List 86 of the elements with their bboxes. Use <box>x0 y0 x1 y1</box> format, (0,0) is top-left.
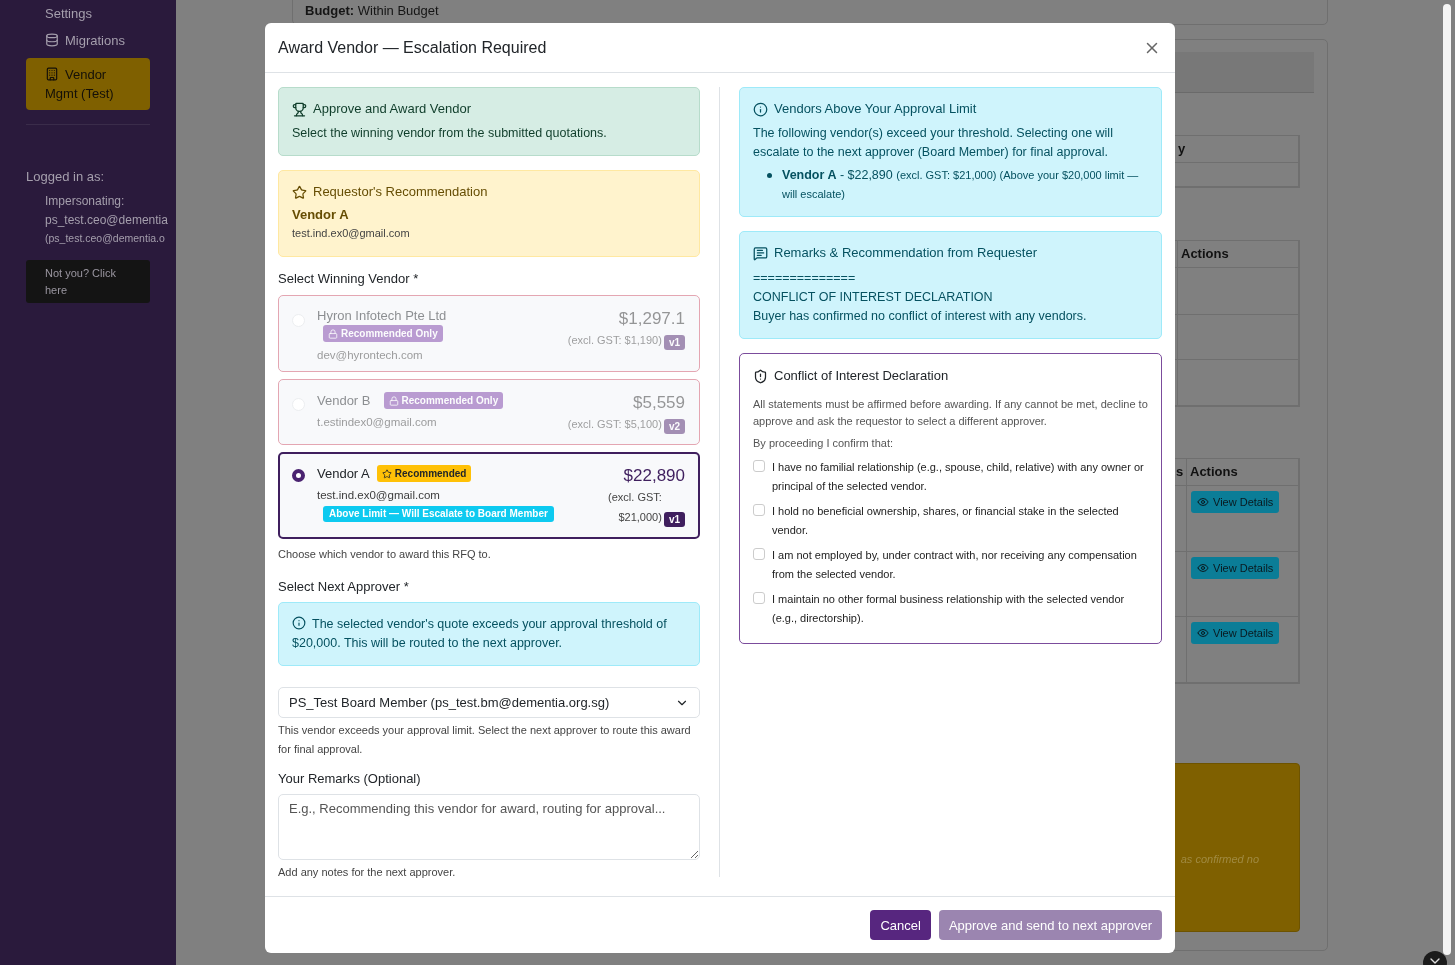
impersonating-label: Impersonating: <box>44 193 126 210</box>
switch-user-button[interactable]: Not you? Click here <box>26 260 150 303</box>
statement-text: I maintain no other formal business relationship with the selected vendor (e.g., directorship). <box>772 592 1126 626</box>
vendor-badge: Recommended Only <box>383 392 504 409</box>
card-title: Conflict of Interest Declaration <box>774 367 949 385</box>
excl-gst-text: (excl. GST: $1,190) <box>567 333 662 348</box>
shield-icon <box>753 368 768 384</box>
version-badge: v1 <box>663 335 685 350</box>
remarks-field[interactable]: E.g., Recommending this vendor for award, routing for approval... <box>278 794 700 860</box>
help-text: This vendor exceeds your approval limit. Select the next approver to route this award for final approval. <box>278 723 692 757</box>
sidebar-item[interactable]: Settings <box>26 4 150 23</box>
statement-text: I hold no beneficial ownership, shares, or financial stake in the selected vendor. <box>772 504 1120 538</box>
cancel-button[interactable]: Cancel <box>870 910 931 940</box>
bullet-icon <box>767 173 772 178</box>
version-badge: v1 <box>663 512 685 527</box>
help-text: Add any notes for the next approver. <box>278 865 457 880</box>
remarks-line: ============== <box>753 270 857 287</box>
statement-text: I am not employed by, under contract with, nor receiving any compensation from the selected vendor. <box>772 548 1138 582</box>
vendor-badge: Recommended <box>376 465 472 482</box>
lock-icon <box>328 328 338 339</box>
excl-gst-text: (excl. GST: $21,000) <box>607 490 662 525</box>
vendor-email: test.ind.ex0@gmail.com <box>292 226 411 241</box>
field-label: Select Next Approver * <box>278 579 410 594</box>
star-icon <box>292 184 307 200</box>
vendor-price: $1,297.1 <box>617 308 685 330</box>
vendor-limit-item: Vendor A - $22,890 (excl. GST: $21,000) (Above your $20,000 limit — will escalate) <box>782 167 1140 202</box>
vendor-email: t.estindex0@gmail.com <box>317 416 438 428</box>
checkbox[interactable] <box>753 504 765 516</box>
vendor-badge: Recommended Only <box>323 325 443 342</box>
scrollbar[interactable] <box>1443 4 1451 955</box>
vendor-email: dev@hyrontech.com <box>317 349 424 361</box>
info-icon <box>292 616 306 630</box>
vendor-price: $22,890 <box>622 465 685 487</box>
approver-select[interactable]: PS_Test Board Member (ps_test.bm@dementia.org.sg) <box>278 687 700 718</box>
checkbox[interactable] <box>753 592 765 604</box>
alert-text: The selected vendor's quote exceeds your approval threshold of $20,000. This will be routed to the next approver. <box>292 615 668 652</box>
view-details-button[interactable]: View Details <box>1191 557 1280 579</box>
vendor-price: $5,559 <box>632 392 685 414</box>
column-header: Actions <box>1178 241 1299 268</box>
lock-icon <box>388 395 399 406</box>
alert-text: Select the winning vendor from the submitted quotations. <box>292 125 608 142</box>
declaration-lead: By proceeding I confirm that: <box>753 436 894 451</box>
alert-title: Approve and Award Vendor <box>313 100 472 118</box>
session-heading: Logged in as: <box>26 169 106 184</box>
sidebar-item[interactable]: Migrations <box>26 31 150 50</box>
alert-title: Requestor's Recommendation <box>313 183 488 201</box>
eye-icon <box>1197 496 1209 508</box>
checkbox[interactable] <box>753 460 765 472</box>
alert-title: Vendors Above Your Approval Limit <box>774 100 977 118</box>
vendor-email: test.ind.ex0@gmail.com <box>317 489 441 501</box>
vendor-name: Vendor B <box>317 393 371 408</box>
view-details-button[interactable]: View Details <box>1191 491 1280 513</box>
eye-icon <box>1197 627 1209 639</box>
vendor-name: Vendor A <box>317 466 370 481</box>
alert-text: The following vendor(s) exceed your threshold. Selecting one will escalate to the next approver (Board Member) for final approval. <box>753 125 1114 161</box>
escalation-tag: Above Limit — Will Escalate to Board Member <box>323 506 554 522</box>
database-icon <box>45 33 59 47</box>
sidebar-item[interactable]: Vendor Mgmt (Test) <box>26 58 150 110</box>
remarks-line: CONFLICT OF INTEREST DECLARATION <box>753 289 994 306</box>
checkbox[interactable] <box>753 548 765 560</box>
column-header: Actions <box>1187 459 1299 486</box>
star-icon <box>381 468 392 479</box>
remarks-line: Buyer has confirmed no conflict of interest with any vendors. <box>753 308 1088 325</box>
info-icon <box>753 101 768 117</box>
version-badge: v2 <box>663 419 685 434</box>
building-icon <box>45 67 59 81</box>
statement-text: I have no familial relationship (e.g., spouse, child, relative) with any owner or principal of the selected vendor. <box>772 460 1145 494</box>
help-text: Choose which vendor to award this RFQ to. <box>278 547 492 562</box>
eye-icon <box>1197 562 1209 574</box>
budget-text: Budget: Within Budget <box>304 2 440 20</box>
note-text: as confirmed no <box>1180 853 1259 867</box>
declaration-intro: All statements must be affirmed before awarding. If any cannot be met, decline to approve and ask the requestor to select a different approver. <box>753 397 1148 429</box>
vendor-option[interactable]: Vendor A Recommended test.ind.ex0@gmail.com Above Limit — Will Escalate to Board Member $22,890 (excl. GST: $21,000) v1 <box>278 452 700 539</box>
vendor-name: Hyron Infotech Pte Ltd <box>317 308 447 323</box>
user-email-secondary: (ps_test.ceo@dementia.o <box>44 231 166 246</box>
alert-title: Remarks & Recommendation from Requester <box>774 244 1037 262</box>
trophy-icon <box>292 101 307 117</box>
view-details-button[interactable]: View Details <box>1191 622 1280 644</box>
field-label: Select Winning Vendor * <box>278 271 420 286</box>
recommended-vendor: Vendor A <box>292 207 350 222</box>
dialog-title: Award Vendor — Escalation Required <box>278 38 547 57</box>
excl-gst-text: (excl. GST: $5,100) <box>567 417 662 432</box>
message-icon <box>753 245 768 261</box>
field-label: Your Remarks (Optional) <box>278 771 422 786</box>
user-email: ps_test.ceo@dementia <box>44 212 169 229</box>
radio-button[interactable] <box>292 469 305 482</box>
